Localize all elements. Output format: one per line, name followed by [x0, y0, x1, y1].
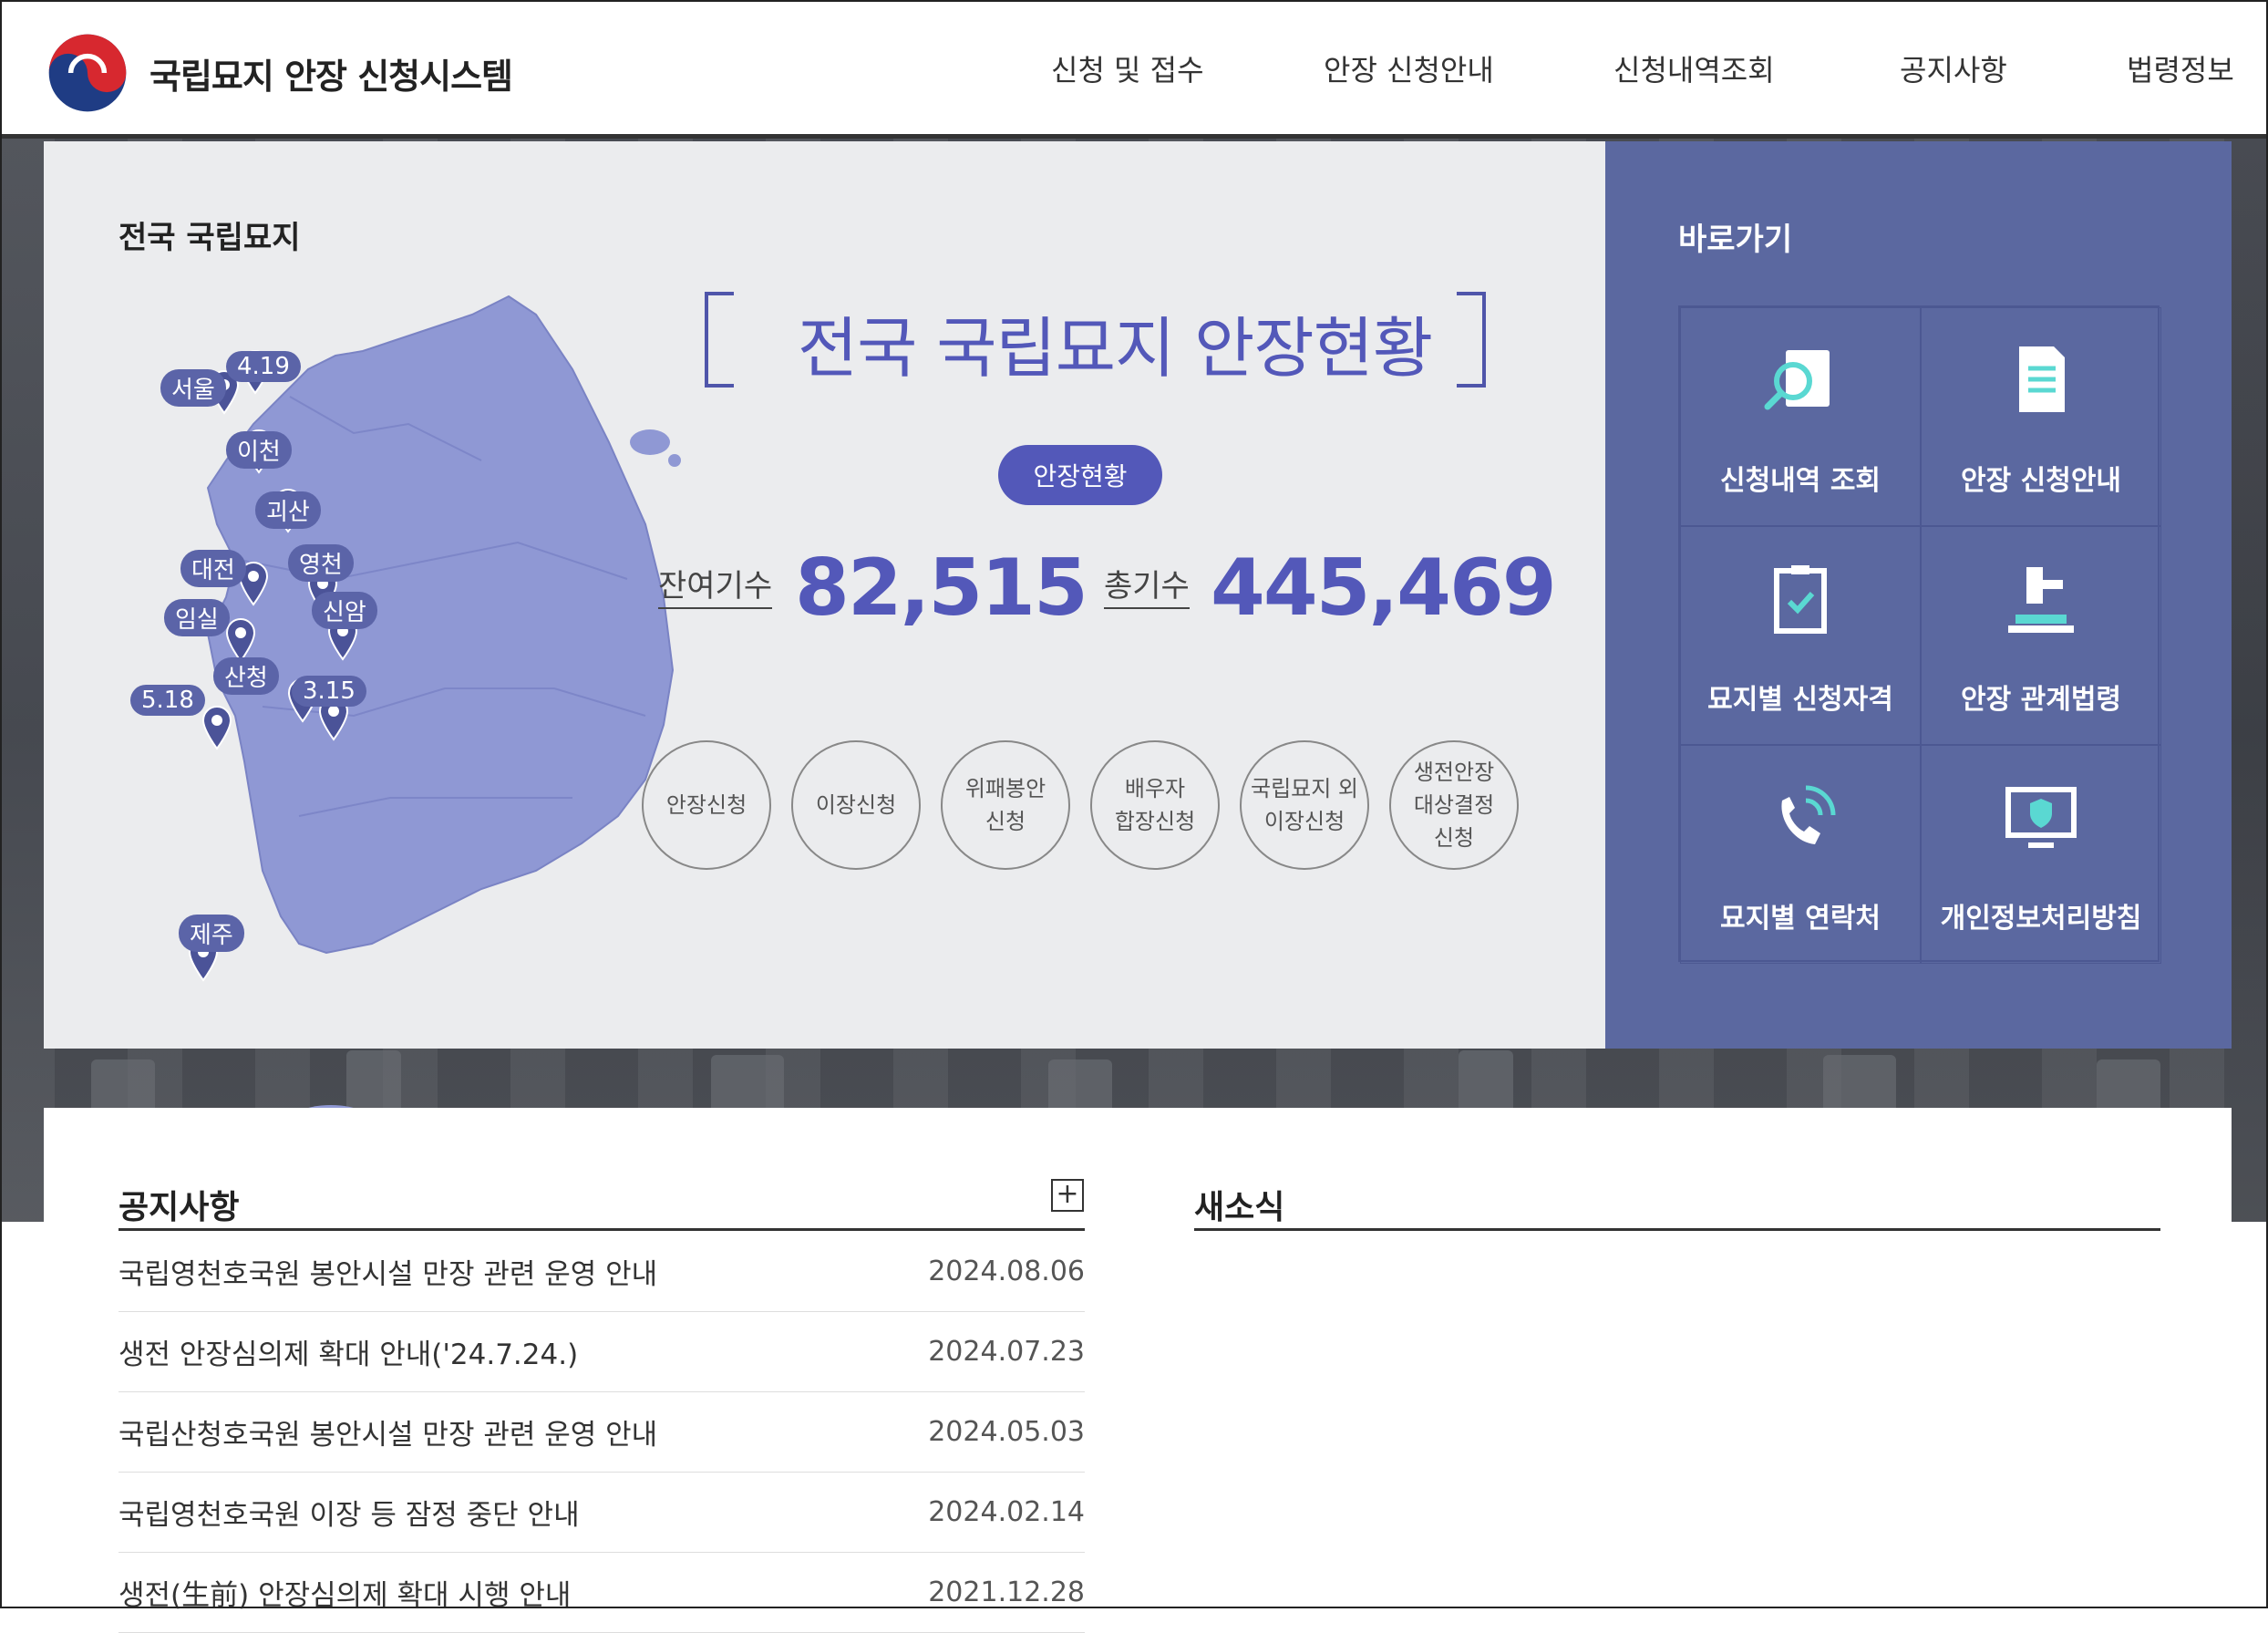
news-divider [1194, 1228, 2160, 1231]
notice-item[interactable]: 생전 안장심의제 확대 안내('24.7.24.) 2024.07.23 [119, 1312, 1085, 1392]
total-value: 445,469 [1211, 543, 1557, 634]
map-panel: 전국 국립묘지 4.19 서울 이천 괴산 대전 영천 임실 신암 산청 3.1… [44, 141, 1605, 1156]
content-area: 공지사항 + 국립영천호국원 봉안시설 만장 관련 운영 안내 2024.08.… [44, 1108, 2232, 1633]
quick-link-label: 묘지별 신청자격 [1707, 684, 1893, 716]
status-title: 전국 국립묘지 안장현황 [797, 309, 1433, 387]
nav-guide[interactable]: 안장 신청안내 [1324, 47, 1494, 89]
notice-item-date: 2024.05.03 [928, 1416, 1085, 1448]
quick-link-contact[interactable]: 묘지별 연락처 [1680, 745, 1921, 964]
notice-item-date: 2024.08.06 [928, 1256, 1085, 1287]
site-header: 국립묘지 안장 신청시스템 신청 및 접수 안장 신청안내 신청내역조회 공지사… [0, 0, 2268, 139]
map-label-goesan[interactable]: 괴산 [255, 491, 321, 529]
notice-item[interactable]: 국립산청호국원 봉안시설 만장 관련 운영 안내 2024.05.03 [119, 1392, 1085, 1473]
notice-item-text[interactable]: 국립산청호국원 봉안시설 만장 관련 운영 안내 [119, 1411, 657, 1452]
quick-link-history[interactable]: 신청내역 조회 [1680, 307, 1921, 526]
total-label: 총기수 [1104, 561, 1190, 609]
notice-more-button[interactable]: + [1051, 1179, 1084, 1212]
remaining-label: 잔여기수 [658, 561, 773, 609]
action-pre-burial-decision[interactable]: 생전안장 대상결정 신청 [1389, 740, 1519, 870]
action-spouse-apply[interactable]: 배우자 합장신청 [1090, 740, 1220, 870]
action-burial-apply[interactable]: 안장신청 [642, 740, 771, 870]
notice-item[interactable]: 생전(生前) 안장심의제 확대 시행 안내 2021.12.28 [119, 1553, 1085, 1633]
map-label-518[interactable]: 5.18 [130, 685, 205, 716]
quick-link-law[interactable]: 안장 관계법령 [1921, 526, 2161, 745]
gavel-icon [2008, 567, 2074, 633]
quick-links-title: 바로가기 [1678, 222, 1793, 258]
notice-item-date: 2024.02.14 [928, 1496, 1085, 1528]
document-icon [2019, 346, 2065, 412]
notice-item[interactable]: 국립영천호국원 이장 등 잠정 중단 안내 2024.02.14 [119, 1473, 1085, 1553]
notice-title: 공지사항 [119, 1189, 240, 1226]
action-tablet-apply[interactable]: 위패봉안 신청 [941, 740, 1070, 870]
quick-link-label: 묘지별 연락처 [1719, 903, 1881, 935]
nav-law[interactable]: 법령정보 [2127, 47, 2234, 89]
map-label-jeju[interactable]: 제주 [179, 915, 244, 952]
notice-item-date: 2021.12.28 [928, 1576, 1085, 1608]
quick-link-label: 개인정보처리방침 [1940, 903, 2142, 935]
quick-link-eligibility[interactable]: 묘지별 신청자격 [1680, 526, 1921, 745]
map-label-315[interactable]: 3.15 [292, 676, 366, 707]
news-title: 새소식 [1194, 1189, 1285, 1226]
quick-link-privacy[interactable]: 개인정보처리방침 [1921, 745, 2161, 964]
quick-links-panel: 바로가기 신청내역 조회 안장 신청안내 묘지별 신청자격 안장 관계법령 묘지… [1605, 141, 2232, 1049]
site-title: 국립묘지 안장 신청시스템 [149, 56, 513, 97]
notice-item-date: 2024.07.23 [928, 1336, 1085, 1368]
notice-item-text[interactable]: 생전 안장심의제 확대 안내('24.7.24.) [119, 1331, 578, 1372]
map-label-419[interactable]: 4.19 [226, 351, 301, 382]
notice-list: 국립영천호국원 봉안시설 만장 관련 운영 안내 2024.08.06 생전 안… [119, 1232, 1085, 1633]
nav-history[interactable]: 신청내역조회 [1613, 47, 1775, 89]
map-label-daejeon[interactable]: 대전 [180, 550, 246, 587]
monitor-shield-icon [2005, 787, 2077, 848]
notice-item[interactable]: 국립영천호국원 봉안시설 만장 관련 운영 안내 2024.08.06 [119, 1232, 1085, 1312]
notice-item-text[interactable]: 생전(生前) 안장심의제 확대 시행 안내 [119, 1572, 571, 1613]
notice-divider [119, 1228, 1085, 1231]
remaining-value: 82,515 [795, 543, 1088, 634]
map-panel-title: 전국 국립묘지 [119, 220, 301, 256]
map-label-sinam[interactable]: 신암 [312, 592, 377, 629]
quick-link-label: 신청내역 조회 [1719, 465, 1881, 497]
quick-link-label: 안장 관계법령 [1960, 684, 2122, 716]
notice-item-text[interactable]: 국립영천호국원 이장 등 잠정 중단 안내 [119, 1492, 580, 1533]
bracket-right [1457, 292, 1486, 388]
map-label-seoul[interactable]: 서울 [160, 369, 226, 407]
map-pin-icon[interactable] [224, 617, 257, 663]
korea-map [206, 295, 681, 1156]
map-pin-icon[interactable] [201, 705, 233, 750]
action-relocation-apply[interactable]: 이장신청 [791, 740, 921, 870]
map-label-yeongcheon[interactable]: 영천 [288, 544, 354, 582]
checklist-icon [1774, 565, 1827, 634]
taegeuk-emblem-icon [48, 34, 127, 112]
quick-link-guide[interactable]: 안장 신청안내 [1921, 307, 2161, 526]
phone-icon [1781, 785, 1836, 844]
map-label-sancheong[interactable]: 산청 [213, 657, 279, 695]
nav-apply[interactable]: 신청 및 접수 [1051, 47, 1204, 89]
quick-link-label: 안장 신청안내 [1960, 465, 2122, 497]
nav-notice[interactable]: 공지사항 [1900, 47, 2007, 89]
map-label-imsil[interactable]: 임실 [164, 599, 230, 636]
status-pill[interactable]: 안장현황 [998, 445, 1162, 505]
notice-item-text[interactable]: 국립영천호국원 봉안시설 만장 관련 운영 안내 [119, 1251, 657, 1292]
quick-links-grid: 신청내역 조회 안장 신청안내 묘지별 신청자격 안장 관계법령 묘지별 연락처… [1678, 305, 2161, 964]
bracket-left [705, 292, 734, 388]
search-document-icon [1764, 350, 1830, 410]
site-logo[interactable]: 국립묘지 안장 신청시스템 [46, 31, 513, 115]
map-label-icheon[interactable]: 이천 [226, 431, 292, 469]
action-external-relocation[interactable]: 국립묘지 외 이장신청 [1240, 740, 1369, 870]
